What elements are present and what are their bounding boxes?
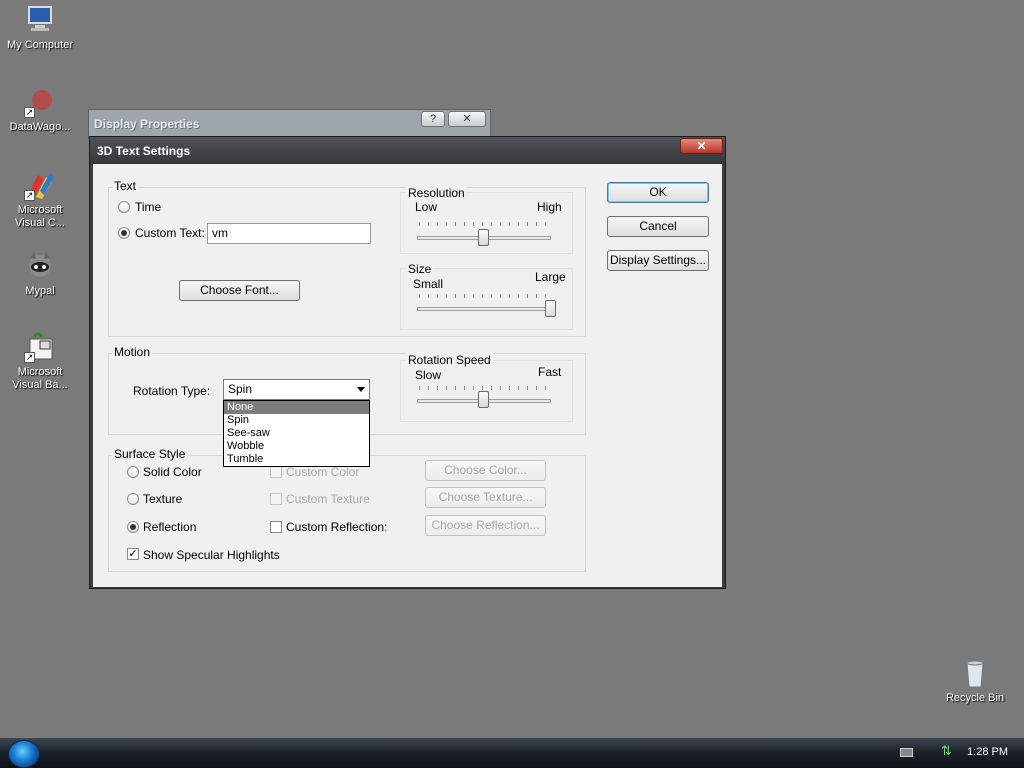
shortcut-arrow-icon: ↗ bbox=[24, 352, 35, 363]
desktop-icon-visual-c[interactable]: ↗ Microsoft Visual C... bbox=[0, 169, 80, 230]
custom-text-radio[interactable] bbox=[118, 227, 130, 239]
resolution-label: Resolution bbox=[406, 186, 467, 200]
rotation-type-select[interactable]: Spin bbox=[223, 379, 370, 400]
desktop-icon-label: Microsoft Visual C... bbox=[15, 204, 65, 229]
desktop-icon-mypal[interactable]: Mypal bbox=[0, 250, 80, 298]
choose-reflection-button[interactable]: Choose Reflection... bbox=[425, 515, 546, 536]
dialog-client: Text Time Custom Text: vm Choose Font...… bbox=[93, 164, 722, 587]
texture-label: Texture bbox=[143, 492, 183, 506]
desktop-icon-visual-basic[interactable]: ↗ Microsoft Visual Ba... bbox=[0, 331, 80, 392]
reflection-radio[interactable] bbox=[127, 521, 139, 533]
close-button[interactable]: ✕ bbox=[448, 111, 486, 127]
rotation-speed-ticks bbox=[419, 386, 551, 390]
size-label: Size bbox=[406, 262, 434, 276]
resolution-slider-thumb[interactable] bbox=[478, 229, 489, 246]
shortcut-arrow-icon: ↗ bbox=[24, 107, 35, 118]
desktop-icon-recycle-bin[interactable]: Recycle Bin bbox=[935, 657, 1015, 705]
text-group-label: Text bbox=[112, 179, 139, 193]
taskbar: ⇅ 1:28 PM bbox=[0, 738, 1024, 768]
rotation-type-value: Spin bbox=[228, 382, 253, 396]
custom-texture-label: Custom Texture bbox=[286, 492, 370, 506]
rotation-speed-fast-label: Fast bbox=[538, 365, 562, 379]
desktop-icon-label: DataWago... bbox=[9, 121, 71, 133]
ok-button[interactable]: OK bbox=[607, 182, 709, 203]
display-properties-window: Display Properties ? ✕ bbox=[88, 109, 491, 139]
display-settings-button[interactable]: Display Settings... bbox=[607, 250, 709, 271]
choose-color-button[interactable]: Choose Color... bbox=[425, 460, 546, 481]
custom-reflection-label: Custom Reflection: bbox=[286, 520, 388, 534]
keyboard-icon[interactable] bbox=[900, 748, 913, 757]
desktop-icon-my-computer[interactable]: My Computer bbox=[0, 4, 80, 52]
computer-icon bbox=[24, 4, 56, 36]
size-small-label: Small bbox=[413, 277, 444, 291]
time-label: Time bbox=[135, 200, 162, 214]
size-track bbox=[417, 307, 551, 311]
texture-radio[interactable] bbox=[127, 493, 139, 505]
desktop-icon-label: My Computer bbox=[6, 39, 74, 51]
dropdown-option[interactable]: See-saw bbox=[224, 427, 369, 440]
custom-texture-checkbox[interactable] bbox=[270, 493, 282, 505]
recycle-bin-icon bbox=[959, 657, 991, 689]
3d-text-settings-dialog: 3D Text Settings ✕ Text Time Custom Text… bbox=[89, 136, 726, 589]
custom-text-input[interactable]: vm bbox=[207, 223, 371, 244]
specular-checkbox[interactable]: ✓ bbox=[127, 548, 139, 560]
mypal-icon bbox=[24, 250, 56, 282]
dropdown-option[interactable]: Tumble bbox=[224, 453, 369, 466]
size-slider-thumb[interactable] bbox=[545, 300, 556, 317]
title-bar: 3D Text Settings ✕ bbox=[90, 137, 725, 164]
size-ticks bbox=[419, 294, 551, 298]
choose-texture-button[interactable]: Choose Texture... bbox=[425, 487, 546, 508]
custom-reflection-checkbox[interactable] bbox=[270, 521, 282, 533]
visual-basic-icon: ↗ bbox=[24, 331, 56, 363]
custom-color-label: Custom Color bbox=[286, 465, 360, 479]
specular-label: Show Specular Highlights bbox=[143, 548, 280, 562]
custom-text-label: Custom Text: bbox=[135, 226, 205, 240]
network-icon[interactable]: ⇅ bbox=[941, 744, 955, 758]
choose-font-button[interactable]: Choose Font... bbox=[179, 280, 300, 301]
surface-style-group-label: Surface Style bbox=[112, 447, 188, 461]
resolution-low-label: Low bbox=[415, 200, 438, 214]
dialog-title: 3D Text Settings bbox=[97, 144, 191, 158]
close-button[interactable]: ✕ bbox=[680, 138, 723, 154]
desktop-icon-datawagon[interactable]: ↗ DataWago... bbox=[0, 86, 80, 134]
rotation-speed-slider-thumb[interactable] bbox=[478, 391, 489, 408]
dropdown-option[interactable]: Spin bbox=[224, 414, 369, 427]
start-button[interactable] bbox=[8, 740, 40, 768]
rotation-type-label: Rotation Type: bbox=[133, 384, 211, 398]
motion-group-label: Motion bbox=[112, 345, 153, 359]
dropdown-option[interactable]: Wobble bbox=[224, 440, 369, 453]
checkmark-icon: ✓ bbox=[128, 548, 138, 560]
time-radio[interactable] bbox=[118, 201, 130, 213]
desktop-icon-label: Mypal bbox=[25, 285, 55, 297]
clock[interactable]: 1:28 PM bbox=[967, 746, 1008, 758]
chevron-down-icon bbox=[357, 387, 365, 392]
resolution-ticks bbox=[419, 222, 551, 226]
reflection-label: Reflection bbox=[143, 520, 197, 534]
help-button[interactable]: ? bbox=[421, 111, 445, 127]
datawagon-icon: ↗ bbox=[24, 86, 56, 118]
cancel-button[interactable]: Cancel bbox=[607, 216, 709, 237]
resolution-high-label: High bbox=[537, 200, 562, 214]
custom-color-checkbox[interactable] bbox=[270, 466, 282, 478]
rotation-type-dropdown: None Spin See-saw Wobble Tumble bbox=[223, 400, 370, 467]
desktop-icon-label: Recycle Bin bbox=[945, 692, 1005, 704]
rotation-speed-slow-label: Slow bbox=[415, 368, 442, 382]
dropdown-option[interactable]: None bbox=[224, 401, 369, 414]
desktop-icon-label: Microsoft Visual Ba... bbox=[12, 366, 68, 391]
rotation-speed-label: Rotation Speed bbox=[406, 353, 493, 367]
shortcut-arrow-icon: ↗ bbox=[24, 190, 35, 201]
visual-c-icon: ↗ bbox=[24, 169, 56, 201]
size-large-label: Large bbox=[535, 270, 566, 284]
window-title: Display Properties bbox=[94, 117, 200, 131]
solid-color-label: Solid Color bbox=[143, 465, 202, 479]
solid-color-radio[interactable] bbox=[127, 466, 139, 478]
